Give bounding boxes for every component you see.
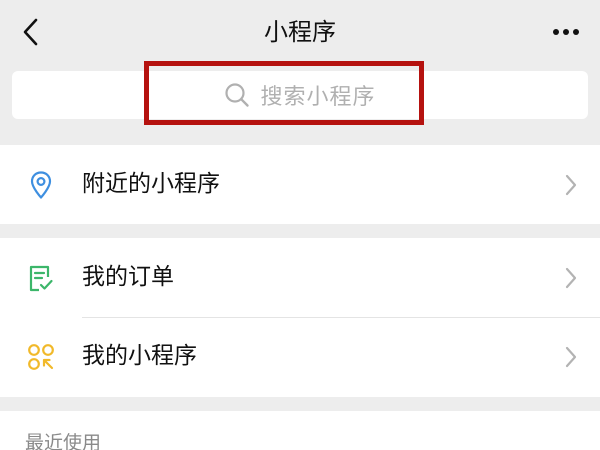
chevron-right-icon — [565, 174, 577, 196]
nearby-miniprograms-item[interactable]: 附近的小程序 — [0, 145, 600, 224]
more-options-icon[interactable] — [546, 14, 586, 50]
my-orders-item[interactable]: 我的订单 — [0, 238, 600, 318]
location-pin-icon — [30, 171, 52, 199]
my-orders-label: 我的订单 — [82, 264, 174, 290]
search-input[interactable]: 搜索小程序 — [12, 71, 588, 119]
menu-group-nearby: 附近的小程序 — [0, 145, 600, 224]
recently-used-section: 最近使用 — [0, 411, 600, 450]
nearby-miniprograms-label: 附近的小程序 — [82, 171, 220, 197]
my-miniprograms-item[interactable]: 我的小程序 — [0, 317, 600, 397]
chevron-right-icon — [565, 267, 577, 289]
chevron-right-icon — [565, 346, 577, 368]
my-miniprograms-icon — [28, 344, 54, 370]
my-miniprograms-label: 我的小程序 — [82, 343, 197, 369]
navigation-bar: 小程序 — [0, 0, 600, 64]
recently-used-label: 最近使用 — [25, 432, 102, 450]
order-checklist-icon — [29, 265, 53, 292]
menu-group-mine: 我的订单 我的小程序 — [0, 238, 600, 397]
search-icon — [225, 83, 250, 107]
back-arrow-icon[interactable] — [14, 14, 50, 50]
page-title: 小程序 — [264, 18, 336, 46]
search-placeholder: 搜索小程序 — [260, 85, 376, 110]
